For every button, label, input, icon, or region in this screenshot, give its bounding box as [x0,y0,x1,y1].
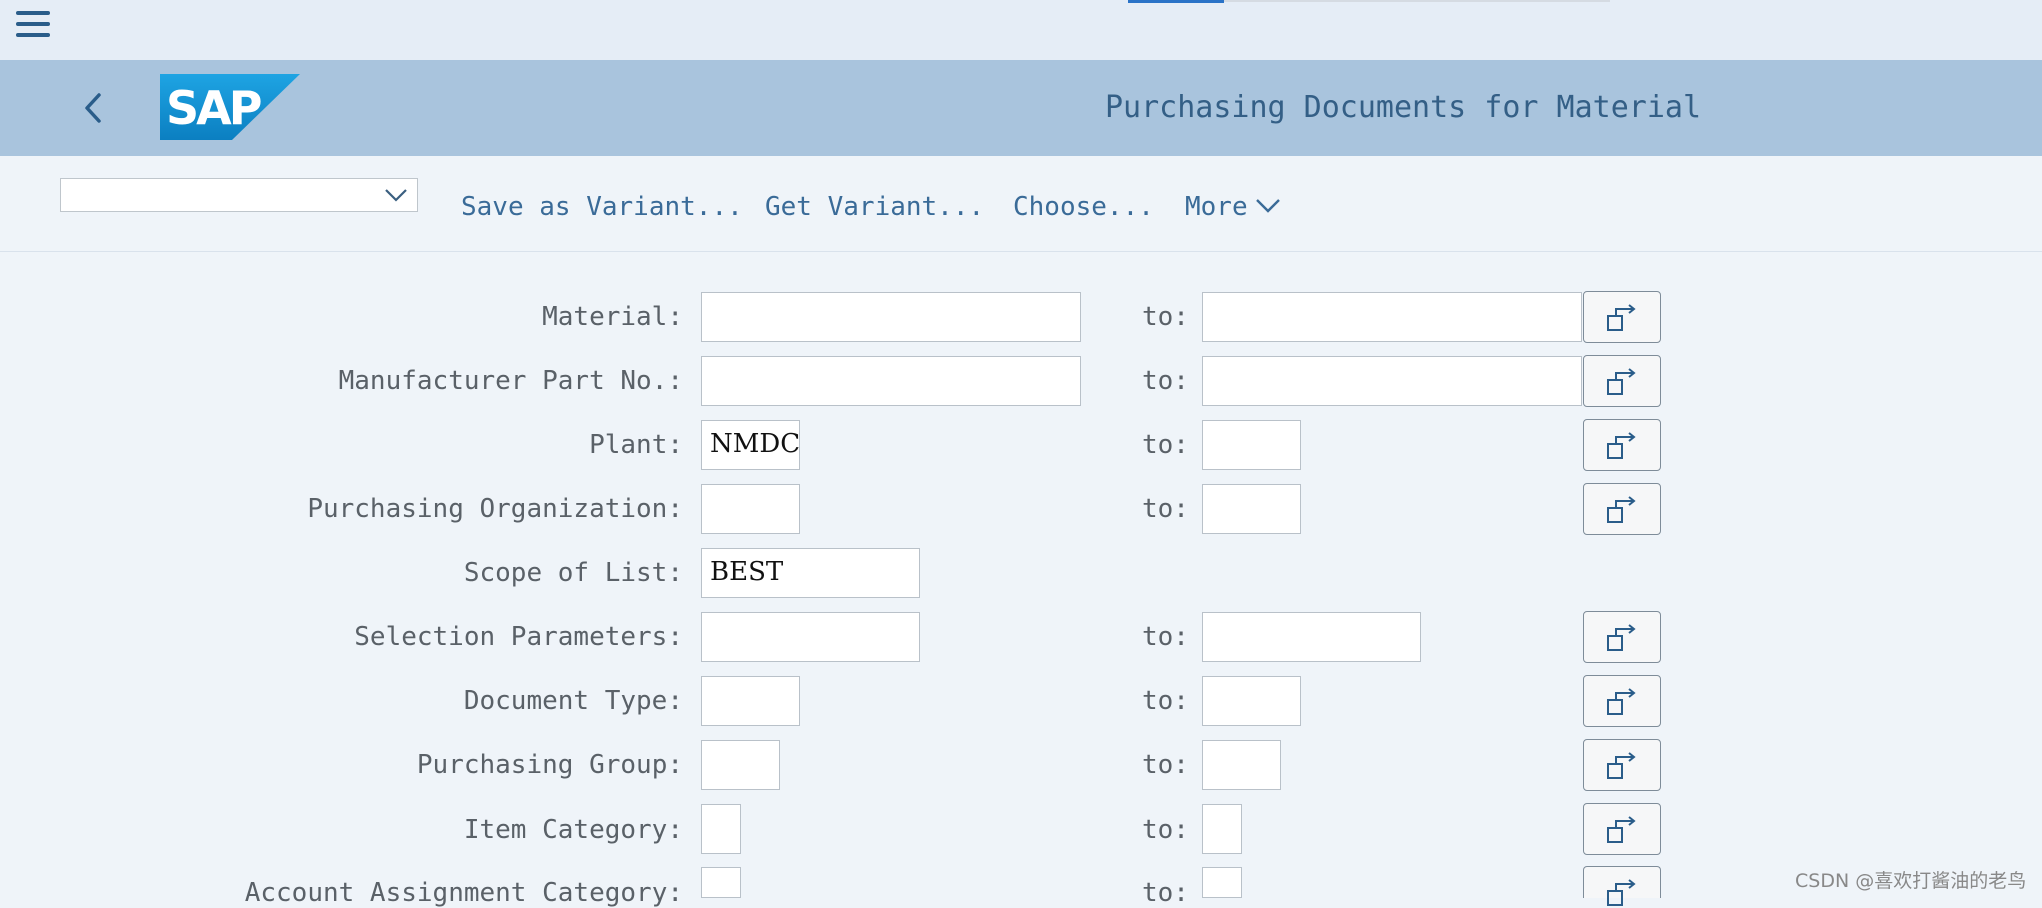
app-header: SAP Purchasing Documents for Material [0,60,2042,156]
to-label: to: [1142,815,1189,845]
account-assignment-category-to-input[interactable] [1202,867,1242,898]
selection-parameters-to-input[interactable] [1202,612,1421,662]
shell-bar [0,0,2042,60]
manufacturer-part-no-label: Manufacturer Part No.: [338,366,683,396]
item-category-multiple-selection-button[interactable] [1583,803,1661,855]
to-label: to: [1142,302,1189,332]
to-label: to: [1142,622,1189,652]
save-as-variant-button[interactable]: Save as Variant... [461,192,743,222]
material-label: Material: [542,302,683,332]
page-title: Purchasing Documents for Material [1105,90,1702,125]
account-assignment-category-multiple-selection-button[interactable] [1583,866,1661,906]
multiple-selection-icon [1607,624,1636,651]
account-assignment-category-from-input[interactable] [701,867,741,898]
tab-active-indicator[interactable] [1128,0,1224,3]
to-label: to: [1142,750,1189,780]
document-type-multiple-selection-button[interactable] [1583,675,1661,727]
manufacturer-part-no-multiple-selection-button[interactable] [1583,355,1661,407]
multiple-selection-icon [1607,688,1636,715]
scope-of-list-label: Scope of List: [463,558,683,588]
back-button[interactable] [76,88,116,128]
plant-from-input[interactable]: NMDC [701,420,800,470]
selection-parameters-from-input[interactable] [701,612,920,662]
plant-to-input[interactable] [1202,420,1301,470]
plant-multiple-selection-button[interactable] [1583,419,1661,471]
scope-of-list-input[interactable]: BEST [701,548,920,598]
document-type-label: Document Type: [463,686,683,716]
material-multiple-selection-button[interactable] [1583,291,1661,343]
document-type-from-input[interactable] [701,676,800,726]
chevron-down-icon[interactable] [1254,192,1282,220]
item-category-label: Item Category: [463,815,683,845]
multiple-selection-icon [1607,496,1636,523]
manufacturer-part-no-from-input[interactable] [701,356,1081,406]
selection-parameters-multiple-selection-button[interactable] [1583,611,1661,663]
purchasing-organization-label: Purchasing Organization: [307,494,683,524]
svg-text:SAP: SAP [166,81,261,135]
multiple-selection-icon [1607,432,1636,459]
watermark: CSDN @喜欢打酱油的老鸟 [1795,870,2027,892]
account-assignment-category-label: Account Assignment Category: [244,878,683,908]
more-button[interactable]: More [1185,192,1248,222]
hamburger-menu-icon[interactable] [16,10,50,38]
multiple-selection-icon [1607,879,1636,906]
manufacturer-part-no-to-input[interactable] [1202,356,1582,406]
purchasing-group-label: Purchasing Group: [416,750,683,780]
multiple-selection-icon [1607,368,1636,395]
material-from-input[interactable] [701,292,1081,342]
chevron-down-icon [385,189,407,202]
multiple-selection-icon [1607,752,1636,779]
selection-parameters-label: Selection Parameters: [354,622,683,652]
multiple-selection-icon [1607,816,1636,843]
to-label: to: [1142,878,1189,908]
get-variant-button[interactable]: Get Variant... [765,192,984,222]
purchasing-organization-to-input[interactable] [1202,484,1301,534]
selection-toolbar: Save as Variant... Get Variant... Choose… [0,156,2042,252]
to-label: to: [1142,686,1189,716]
material-to-input[interactable] [1202,292,1582,342]
item-category-from-input[interactable] [701,804,741,854]
variant-select[interactable] [60,178,418,212]
purchasing-organization-multiple-selection-button[interactable] [1583,483,1661,535]
choose-button[interactable]: Choose... [1013,192,1154,222]
multiple-selection-icon [1607,304,1636,331]
to-label: to: [1142,366,1189,396]
purchasing-group-from-input[interactable] [701,740,780,790]
purchasing-group-multiple-selection-button[interactable] [1583,739,1661,791]
chevron-left-icon [85,93,101,123]
to-label: to: [1142,430,1189,460]
document-type-to-input[interactable] [1202,676,1301,726]
purchasing-group-to-input[interactable] [1202,740,1281,790]
plant-label: Plant: [589,430,683,460]
to-label: to: [1142,494,1189,524]
purchasing-organization-from-input[interactable] [701,484,800,534]
sap-logo: SAP [160,74,300,140]
item-category-to-input[interactable] [1202,804,1242,854]
